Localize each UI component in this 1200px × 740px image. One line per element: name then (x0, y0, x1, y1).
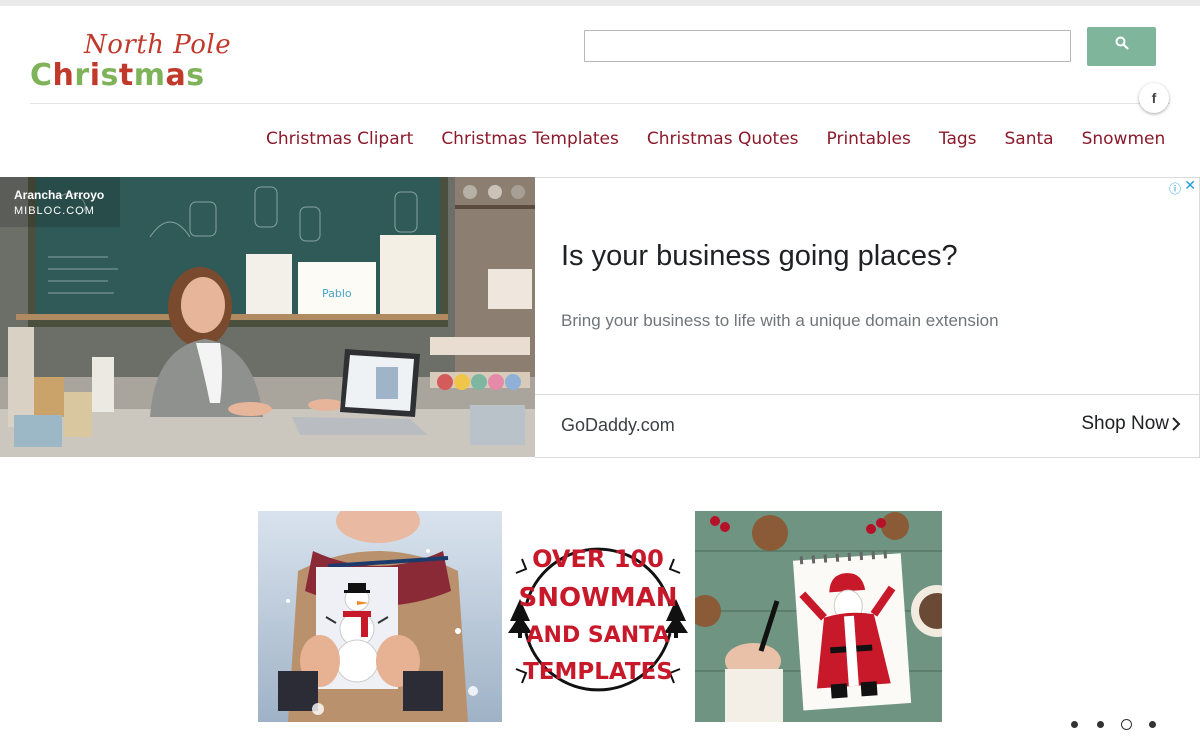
ad-photo[interactable]: Pablo Arancha Arroyo MIBLOC.COM (0, 177, 535, 457)
nav-item-printables[interactable]: Printables (827, 127, 911, 153)
logo-letter: t (118, 58, 134, 93)
logo-letter: a (165, 58, 187, 93)
nav-item-santa[interactable]: Santa (1005, 127, 1054, 153)
slider-dot-1[interactable] (1071, 721, 1078, 728)
nav-item-christmas-clipart[interactable]: Christmas Clipart (266, 127, 413, 153)
template-line-3: AND SANTA (527, 623, 670, 648)
slide-snowman-card-photo[interactable] (258, 511, 502, 722)
logo-letter: h (52, 58, 75, 93)
slider-pagination (1067, 718, 1167, 732)
ad-photo-credit-name: Arancha Arroyo (14, 188, 105, 202)
svg-text:Pablo: Pablo (322, 287, 352, 300)
image-slider[interactable]: OVER 100 SNOWMAN AND SANTA TEMPLATES (258, 511, 942, 722)
slide-templates-graphic[interactable]: OVER 100 SNOWMAN AND SANTA TEMPLATES (506, 511, 690, 722)
logo-letter: r (74, 58, 90, 93)
top-bar (0, 0, 1200, 6)
slider-dot-3[interactable] (1121, 719, 1132, 730)
ad-photo-credit-site: MIBLOC.COM (14, 205, 95, 217)
main-nav: Christmas Clipart Christmas Templates Ch… (266, 127, 1165, 153)
ad-shop-now-button[interactable]: Shop Now (1081, 413, 1169, 435)
nav-item-snowmen[interactable]: Snowmen (1082, 127, 1166, 153)
logo-letter: C (30, 58, 53, 93)
site-logo[interactable]: North Pole Christmas (28, 30, 260, 98)
slider-dot-4[interactable] (1149, 721, 1156, 728)
ad-banner[interactable]: Pablo Arancha Arroyo MIBLOC.COM ⓘ ✕ Is y… (0, 177, 1200, 458)
logo-line-2: Christmas (30, 58, 205, 94)
logo-letter: s (100, 58, 119, 93)
template-line-2: SNOWMAN (518, 583, 677, 613)
logo-letter: m (133, 58, 166, 93)
nav-item-christmas-templates[interactable]: Christmas Templates (441, 127, 619, 153)
ad-headline[interactable]: Is your business going places? (561, 240, 958, 273)
slide-santa-notebook-photo[interactable] (695, 511, 942, 722)
ad-subtext: Bring your business to life with a uniqu… (561, 311, 999, 330)
ad-text-panel[interactable]: ⓘ ✕ Is your business going places? Bring… (535, 177, 1200, 458)
logo-letter: i (89, 58, 101, 93)
ad-separator (535, 394, 1199, 395)
ad-close-icon[interactable]: ✕ (1184, 178, 1196, 194)
facebook-icon[interactable]: f (1139, 83, 1169, 113)
template-line-1: OVER 100 (532, 545, 664, 573)
ad-domain[interactable]: GoDaddy.com (561, 415, 675, 436)
search-input[interactable] (584, 30, 1071, 62)
nav-item-tags[interactable]: Tags (939, 127, 977, 153)
slider-dot-2[interactable] (1097, 721, 1104, 728)
template-line-4: TEMPLATES (523, 659, 673, 685)
logo-line-1: North Pole (84, 30, 232, 60)
logo-letter: s (186, 58, 205, 93)
nav-item-christmas-quotes[interactable]: Christmas Quotes (647, 127, 799, 153)
header-divider (30, 103, 1170, 104)
search-button[interactable] (1087, 27, 1156, 66)
ad-info-icon[interactable]: ⓘ (1169, 180, 1181, 197)
chevron-right-icon (1171, 416, 1181, 437)
